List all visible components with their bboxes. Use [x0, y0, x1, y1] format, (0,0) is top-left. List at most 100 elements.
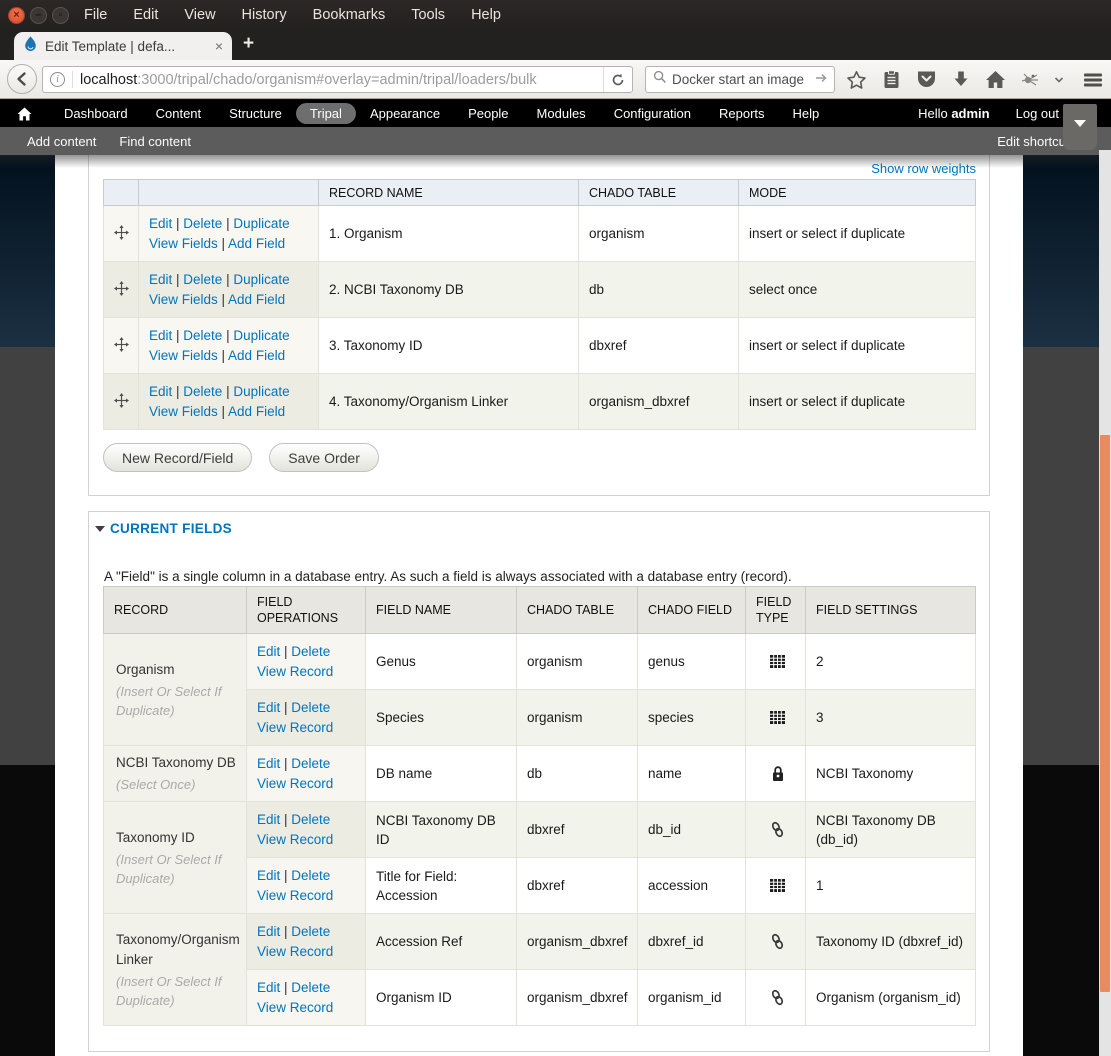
menu-history[interactable]: History	[242, 7, 287, 23]
browser-tab[interactable]: Edit Template | defa... ×	[14, 32, 232, 60]
add-content-link[interactable]: Add content	[27, 134, 96, 149]
drag-handle-icon[interactable]	[113, 280, 129, 299]
edit-link[interactable]: Edit	[257, 644, 280, 659]
search-bar[interactable]: Docker start an image	[645, 66, 835, 93]
delete-link[interactable]: Delete	[183, 216, 222, 231]
delete-link[interactable]: Delete	[291, 700, 330, 715]
home-icon[interactable]	[985, 70, 1006, 89]
add-field-link[interactable]: Add Field	[228, 236, 285, 251]
delete-link[interactable]: Delete	[183, 384, 222, 399]
page-scrollbar[interactable]	[1099, 150, 1111, 1056]
drag-handle-icon[interactable]	[113, 392, 129, 411]
edit-link[interactable]: Edit	[149, 384, 172, 399]
edit-link[interactable]: Edit	[257, 756, 280, 771]
admin-item-reports[interactable]: Reports	[705, 103, 779, 124]
save-order-button[interactable]: Save Order	[269, 443, 379, 472]
delete-link[interactable]: Delete	[291, 980, 330, 995]
duplicate-link[interactable]: Duplicate	[233, 216, 289, 231]
extension-icon[interactable]	[1021, 72, 1039, 88]
view-record-link[interactable]: View Record	[257, 664, 333, 679]
view-fields-link[interactable]: View Fields	[149, 404, 218, 419]
admin-item-modules[interactable]: Modules	[523, 103, 600, 124]
edit-link[interactable]: Edit	[149, 272, 172, 287]
toolbar-toggle-button[interactable]	[1063, 104, 1097, 150]
admin-item-content[interactable]: Content	[142, 103, 216, 124]
search-go-icon[interactable]	[815, 71, 828, 89]
delete-link[interactable]: Delete	[291, 644, 330, 659]
admin-item-structure[interactable]: Structure	[215, 103, 296, 124]
admin-item-people[interactable]: People	[454, 103, 522, 124]
view-record-link[interactable]: View Record	[257, 888, 333, 903]
menu-file[interactable]: File	[84, 7, 107, 23]
delete-link[interactable]: Delete	[291, 868, 330, 883]
find-content-link[interactable]: Find content	[119, 134, 191, 149]
view-record-link[interactable]: View Record	[257, 1000, 333, 1015]
drag-handle-icon[interactable]	[113, 336, 129, 355]
admin-item-tripal[interactable]: Tripal	[295, 103, 356, 124]
separator: |	[280, 867, 292, 883]
window-minimize-button[interactable]: –	[30, 6, 47, 24]
scrollbar-thumb[interactable]	[1100, 435, 1110, 992]
username: admin	[951, 106, 990, 121]
reload-icon[interactable]	[603, 67, 632, 92]
show-row-weights-link[interactable]: Show row weights	[871, 161, 976, 176]
url-bar[interactable]: i localhost:3000/tripal/chado/organism#o…	[42, 66, 633, 93]
back-button[interactable]	[7, 64, 37, 94]
tab-close-icon[interactable]: ×	[215, 38, 223, 54]
edit-link[interactable]: Edit	[149, 216, 172, 231]
logout-link[interactable]: Log out	[1016, 106, 1059, 121]
admin-item-help[interactable]: Help	[779, 103, 834, 124]
view-record-link[interactable]: View Record	[257, 832, 333, 847]
edit-link[interactable]: Edit	[149, 328, 172, 343]
edit-link[interactable]: Edit	[257, 980, 280, 995]
add-field-link[interactable]: Add Field	[228, 348, 285, 363]
delete-link[interactable]: Delete	[183, 328, 222, 343]
add-field-link[interactable]: Add Field	[228, 292, 285, 307]
edit-link[interactable]: Edit	[257, 924, 280, 939]
view-fields-link[interactable]: View Fields	[149, 292, 218, 307]
window-maximize-button[interactable]: ▫	[52, 6, 69, 24]
pocket-icon[interactable]	[916, 70, 937, 89]
duplicate-link[interactable]: Duplicate	[233, 384, 289, 399]
duplicate-link[interactable]: Duplicate	[233, 328, 289, 343]
menu-bookmarks[interactable]: Bookmarks	[313, 7, 386, 23]
bookmarks-list-icon[interactable]	[882, 69, 901, 90]
menu-edit[interactable]: Edit	[133, 7, 158, 23]
downloads-icon[interactable]	[952, 70, 970, 89]
view-fields-link[interactable]: View Fields	[149, 348, 218, 363]
edit-link[interactable]: Edit	[257, 868, 280, 883]
admin-item-configuration[interactable]: Configuration	[600, 103, 705, 124]
menu-tools[interactable]: Tools	[411, 7, 445, 23]
bookmark-star-icon[interactable]	[846, 70, 867, 90]
view-fields-link[interactable]: View Fields	[149, 236, 218, 251]
search-icon	[653, 70, 667, 89]
app-menu: File Edit View History Bookmarks Tools Help	[84, 7, 501, 23]
admin-item-appearance[interactable]: Appearance	[356, 103, 454, 124]
admin-item-dashboard[interactable]: Dashboard	[50, 103, 142, 124]
separator: |	[222, 383, 234, 399]
chevron-down-icon[interactable]	[1054, 76, 1064, 84]
window-close-button[interactable]: ×	[8, 6, 25, 24]
new-tab-button[interactable]: +	[243, 33, 254, 55]
admin-home-icon[interactable]	[17, 107, 32, 121]
delete-link[interactable]: Delete	[291, 924, 330, 939]
delete-link[interactable]: Delete	[183, 272, 222, 287]
view-record-link[interactable]: View Record	[257, 944, 333, 959]
duplicate-link[interactable]: Duplicate	[233, 272, 289, 287]
delete-link[interactable]: Delete	[291, 812, 330, 827]
site-info-icon[interactable]: i	[50, 72, 65, 87]
menu-view[interactable]: View	[184, 7, 215, 23]
link-icon	[745, 801, 806, 858]
view-record-link[interactable]: View Record	[257, 776, 333, 791]
view-record-link[interactable]: View Record	[257, 720, 333, 735]
edit-link[interactable]: Edit	[257, 812, 280, 827]
drag-handle-icon[interactable]	[113, 224, 129, 243]
menu-help[interactable]: Help	[471, 7, 501, 23]
add-field-link[interactable]: Add Field	[228, 404, 285, 419]
edit-link[interactable]: Edit	[257, 700, 280, 715]
hamburger-menu-icon[interactable]	[1083, 72, 1103, 88]
record-name: NCBI Taxonomy DB	[116, 755, 236, 770]
delete-link[interactable]: Delete	[291, 756, 330, 771]
new-record-field-button[interactable]: New Record/Field	[103, 443, 253, 472]
current-fields-legend[interactable]: CURRENT FIELDS	[95, 521, 232, 536]
